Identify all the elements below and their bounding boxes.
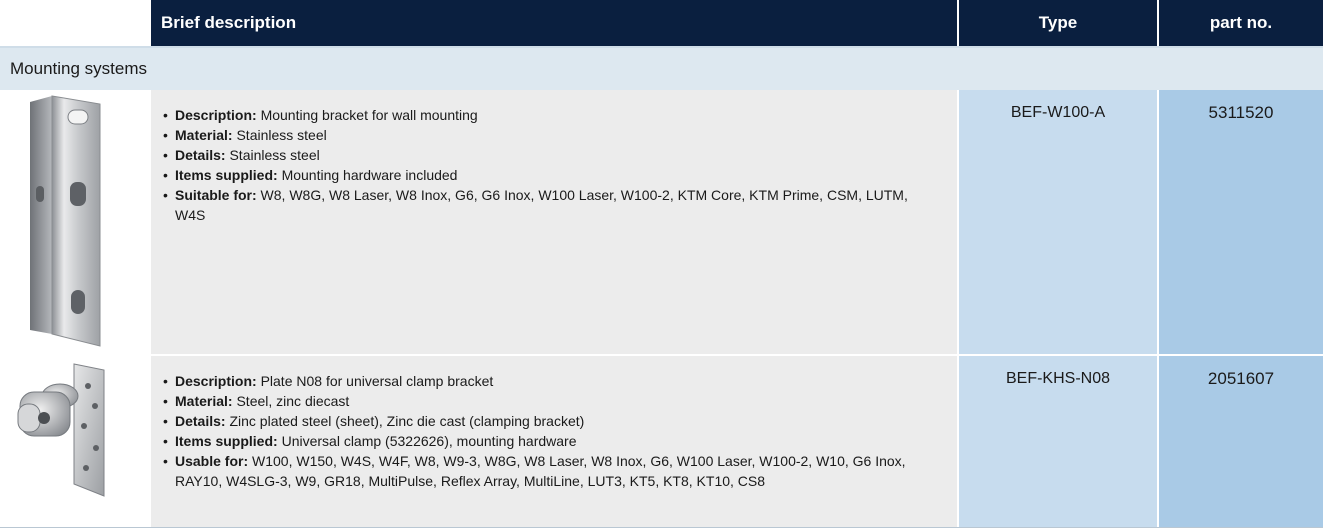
- spec-list: Description: Plate N08 for universal cla…: [161, 371, 927, 491]
- spec-material: Material: Steel, zinc diecast: [161, 391, 927, 411]
- description-cell: Description: Mounting bracket for wall m…: [151, 90, 957, 354]
- clamp-plate-image: [17, 363, 105, 497]
- section-title: Mounting systems: [0, 46, 1323, 90]
- spec-list: Description: Mounting bracket for wall m…: [161, 105, 927, 225]
- type-cell: BEF-W100-A: [959, 90, 1157, 354]
- spec-suitable-for: Suitable for: W8, W8G, W8 Laser, W8 Inox…: [161, 185, 927, 225]
- spec-items-supplied: Items supplied: Universal clamp (5322626…: [161, 431, 927, 451]
- spec-usable-for: Usable for: W100, W150, W4S, W4F, W8, W9…: [161, 451, 927, 491]
- spec-details: Details: Stainless steel: [161, 145, 927, 165]
- spec-material: Material: Stainless steel: [161, 125, 927, 145]
- product-image-cell: [0, 90, 151, 354]
- description-cell: Description: Plate N08 for universal cla…: [151, 356, 957, 527]
- table-row: Description: Plate N08 for universal cla…: [0, 356, 1323, 527]
- header-brief-description: Brief description: [151, 0, 957, 46]
- part-number-cell: 5311520: [1159, 90, 1323, 354]
- spec-items-supplied: Items supplied: Mounting hardware includ…: [161, 165, 927, 185]
- type-cell: BEF-KHS-N08: [959, 356, 1157, 527]
- part-number-cell: 2051607: [1159, 356, 1323, 527]
- product-image-cell: [0, 356, 151, 527]
- header-part-no: part no.: [1159, 0, 1323, 46]
- header-type: Type: [959, 0, 1157, 46]
- wall-bracket-image: [30, 95, 101, 347]
- spec-description: Description: Plate N08 for universal cla…: [161, 371, 927, 391]
- spec-details: Details: Zinc plated steel (sheet), Zinc…: [161, 411, 927, 431]
- table-row: Description: Mounting bracket for wall m…: [0, 90, 1323, 354]
- header-image-column: [0, 0, 151, 46]
- table-bottom-border: [0, 527, 1323, 528]
- table-header: Brief description Type part no.: [0, 0, 1323, 46]
- spec-description: Description: Mounting bracket for wall m…: [161, 105, 927, 125]
